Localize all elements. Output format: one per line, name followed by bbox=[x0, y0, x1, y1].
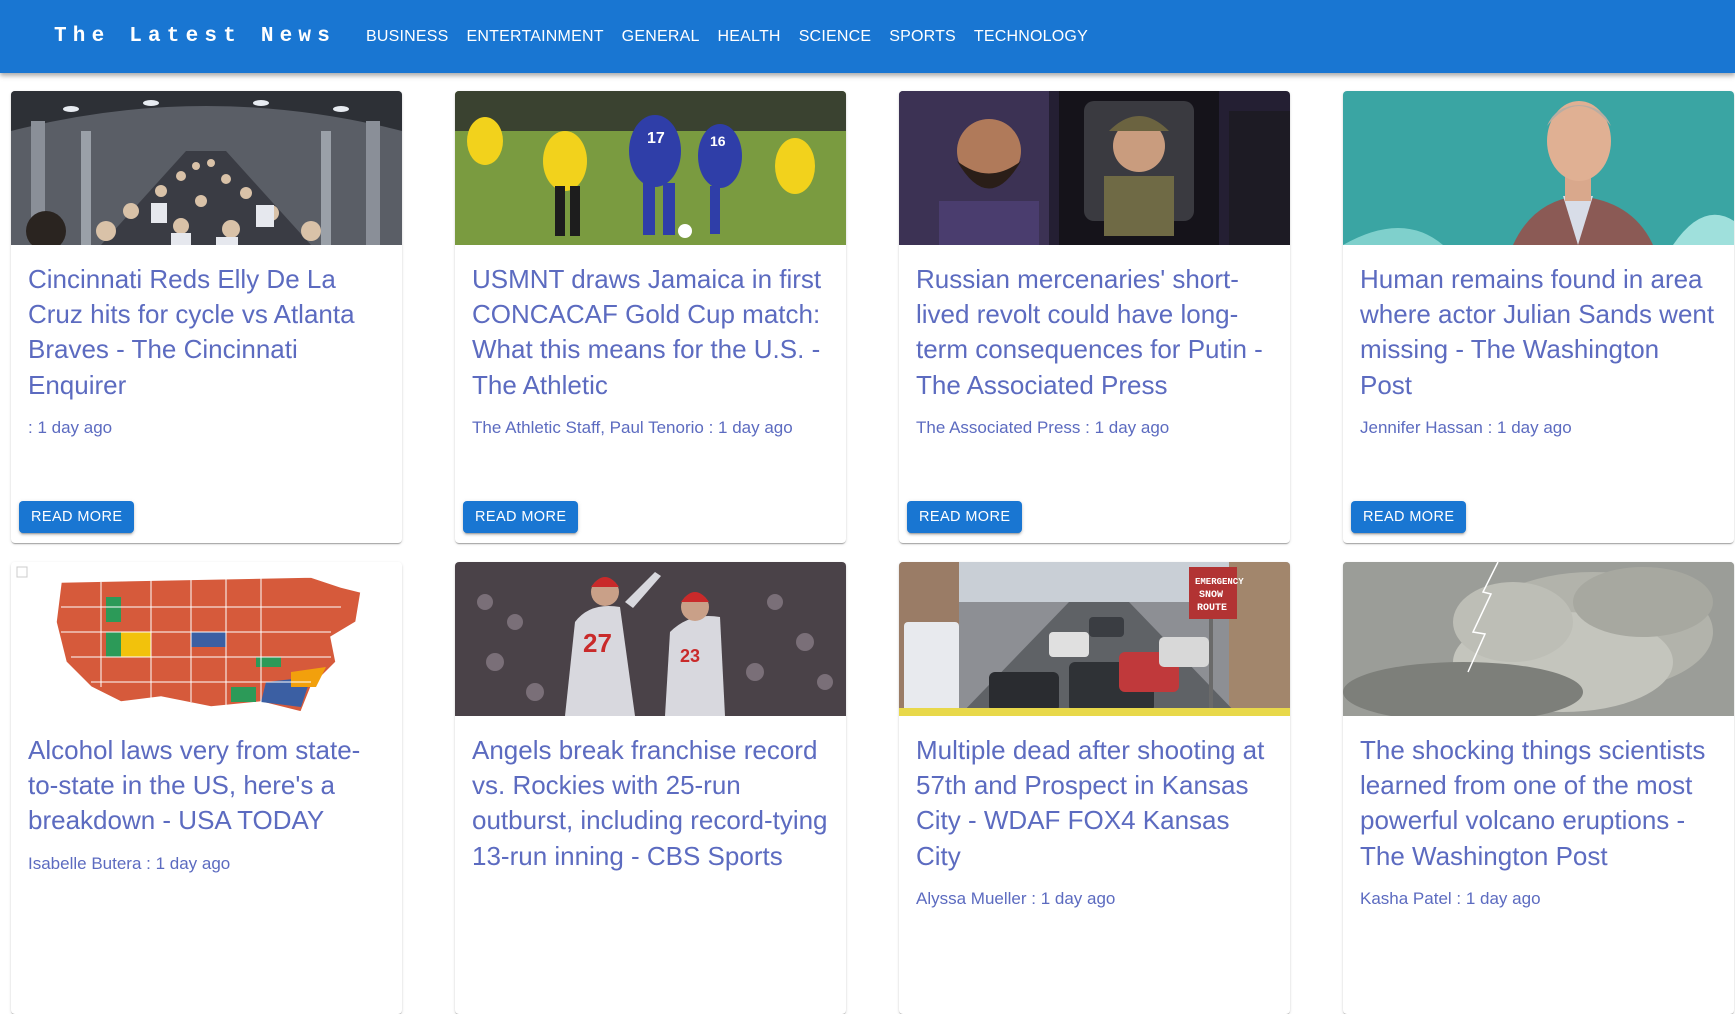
article-meta: Kasha Patel : 1 day ago bbox=[1360, 888, 1541, 908]
soccer-photo: 17 16 bbox=[455, 91, 846, 245]
nav-technology[interactable]: TECHNOLOGY bbox=[965, 20, 1097, 54]
read-more-button[interactable]: READ MORE bbox=[19, 501, 135, 533]
svg-text:SNOW: SNOW bbox=[1199, 590, 1223, 601]
news-card: Human remains found in area where actor … bbox=[1343, 91, 1734, 543]
card-content: Russian mercenaries' short-lived revolt … bbox=[899, 245, 1290, 438]
news-card: 17 16 USMNT draws Jamaica in first CONCA… bbox=[455, 91, 846, 543]
site-title[interactable]: The Latest News bbox=[54, 25, 336, 48]
nav-entertainment[interactable]: ENTERTAINMENT bbox=[458, 20, 613, 54]
card-content: Angels break franchise record vs. Rockie… bbox=[455, 716, 846, 874]
read-more-button[interactable]: READ MORE bbox=[1351, 501, 1467, 533]
category-nav: BUSINESS ENTERTAINMENT GENERAL HEALTH SC… bbox=[357, 20, 1097, 54]
news-card: The shocking things scientists learned f… bbox=[1343, 562, 1734, 1014]
read-more-button[interactable]: READ MORE bbox=[463, 501, 579, 533]
article-meta: The Athletic Staff, Paul Tenorio : 1 day… bbox=[472, 417, 793, 437]
nav-sports[interactable]: SPORTS bbox=[880, 20, 965, 54]
news-grid: Cincinnati Reds Elly De La Cruz hits for… bbox=[11, 91, 1734, 1014]
article-meta: Jennifer Hassan : 1 day ago bbox=[1360, 417, 1572, 437]
card-content: The shocking things scientists learned f… bbox=[1343, 716, 1734, 909]
article-title[interactable]: Human remains found in area where actor … bbox=[1360, 262, 1717, 403]
article-title[interactable]: Multiple dead after shooting at 57th and… bbox=[916, 733, 1273, 874]
article-title[interactable]: Russian mercenaries' short-lived revolt … bbox=[916, 262, 1273, 403]
svg-text:27: 27 bbox=[583, 628, 612, 658]
article-title[interactable]: Angels break franchise record vs. Rockie… bbox=[472, 733, 829, 874]
card-content: Multiple dead after shooting at 57th and… bbox=[899, 716, 1290, 909]
svg-text:EMERGENCY: EMERGENCY bbox=[1195, 577, 1244, 587]
news-card: Alcohol laws very from state-to-state in… bbox=[11, 562, 402, 1014]
article-meta: The Associated Press : 1 day ago bbox=[916, 417, 1170, 437]
article-meta: : 1 day ago bbox=[28, 417, 113, 437]
baseball-photo: 27 23 bbox=[455, 562, 846, 716]
nav-health[interactable]: HEALTH bbox=[709, 20, 790, 54]
news-card: Russian mercenaries' short-lived revolt … bbox=[899, 91, 1290, 543]
svg-text:16: 16 bbox=[710, 133, 726, 149]
news-card: Cincinnati Reds Elly De La Cruz hits for… bbox=[11, 91, 402, 543]
news-card: 27 23 Angels break franchise record vs. … bbox=[455, 562, 846, 1014]
card-content: Cincinnati Reds Elly De La Cruz hits for… bbox=[11, 245, 402, 438]
nav-business[interactable]: BUSINESS bbox=[357, 20, 458, 54]
nav-general[interactable]: GENERAL bbox=[613, 20, 709, 54]
article-meta: Alyssa Mueller : 1 day ago bbox=[916, 888, 1116, 908]
card-content: USMNT draws Jamaica in first CONCACAF Go… bbox=[455, 245, 846, 438]
news-card: EMERGENCY SNOW ROUTE Multiple dead after… bbox=[899, 562, 1290, 1014]
article-title[interactable]: The shocking things scientists learned f… bbox=[1360, 733, 1717, 874]
card-content: Alcohol laws very from state-to-state in… bbox=[11, 716, 402, 874]
svg-text:23: 23 bbox=[680, 646, 700, 666]
volcano-photo bbox=[1343, 562, 1734, 716]
svg-text:17: 17 bbox=[647, 130, 665, 147]
article-title[interactable]: Alcohol laws very from state-to-state in… bbox=[28, 733, 385, 839]
read-more-button[interactable]: READ MORE bbox=[907, 501, 1023, 533]
portrait-photo bbox=[1343, 91, 1734, 245]
svg-text:ROUTE: ROUTE bbox=[1197, 603, 1227, 614]
article-title[interactable]: Cincinnati Reds Elly De La Cruz hits for… bbox=[28, 262, 385, 403]
us-map bbox=[11, 562, 402, 716]
nav-science[interactable]: SCIENCE bbox=[790, 20, 881, 54]
article-title[interactable]: USMNT draws Jamaica in first CONCACAF Go… bbox=[472, 262, 829, 403]
app-bar: The Latest News BUSINESS ENTERTAINMENT G… bbox=[0, 0, 1735, 73]
article-meta: Isabelle Butera : 1 day ago bbox=[28, 853, 231, 873]
card-content: Human remains found in area where actor … bbox=[1343, 245, 1734, 438]
street-photo: EMERGENCY SNOW ROUTE bbox=[899, 562, 1290, 716]
crowd-photo bbox=[11, 91, 402, 245]
vehicle-photo bbox=[899, 91, 1290, 245]
